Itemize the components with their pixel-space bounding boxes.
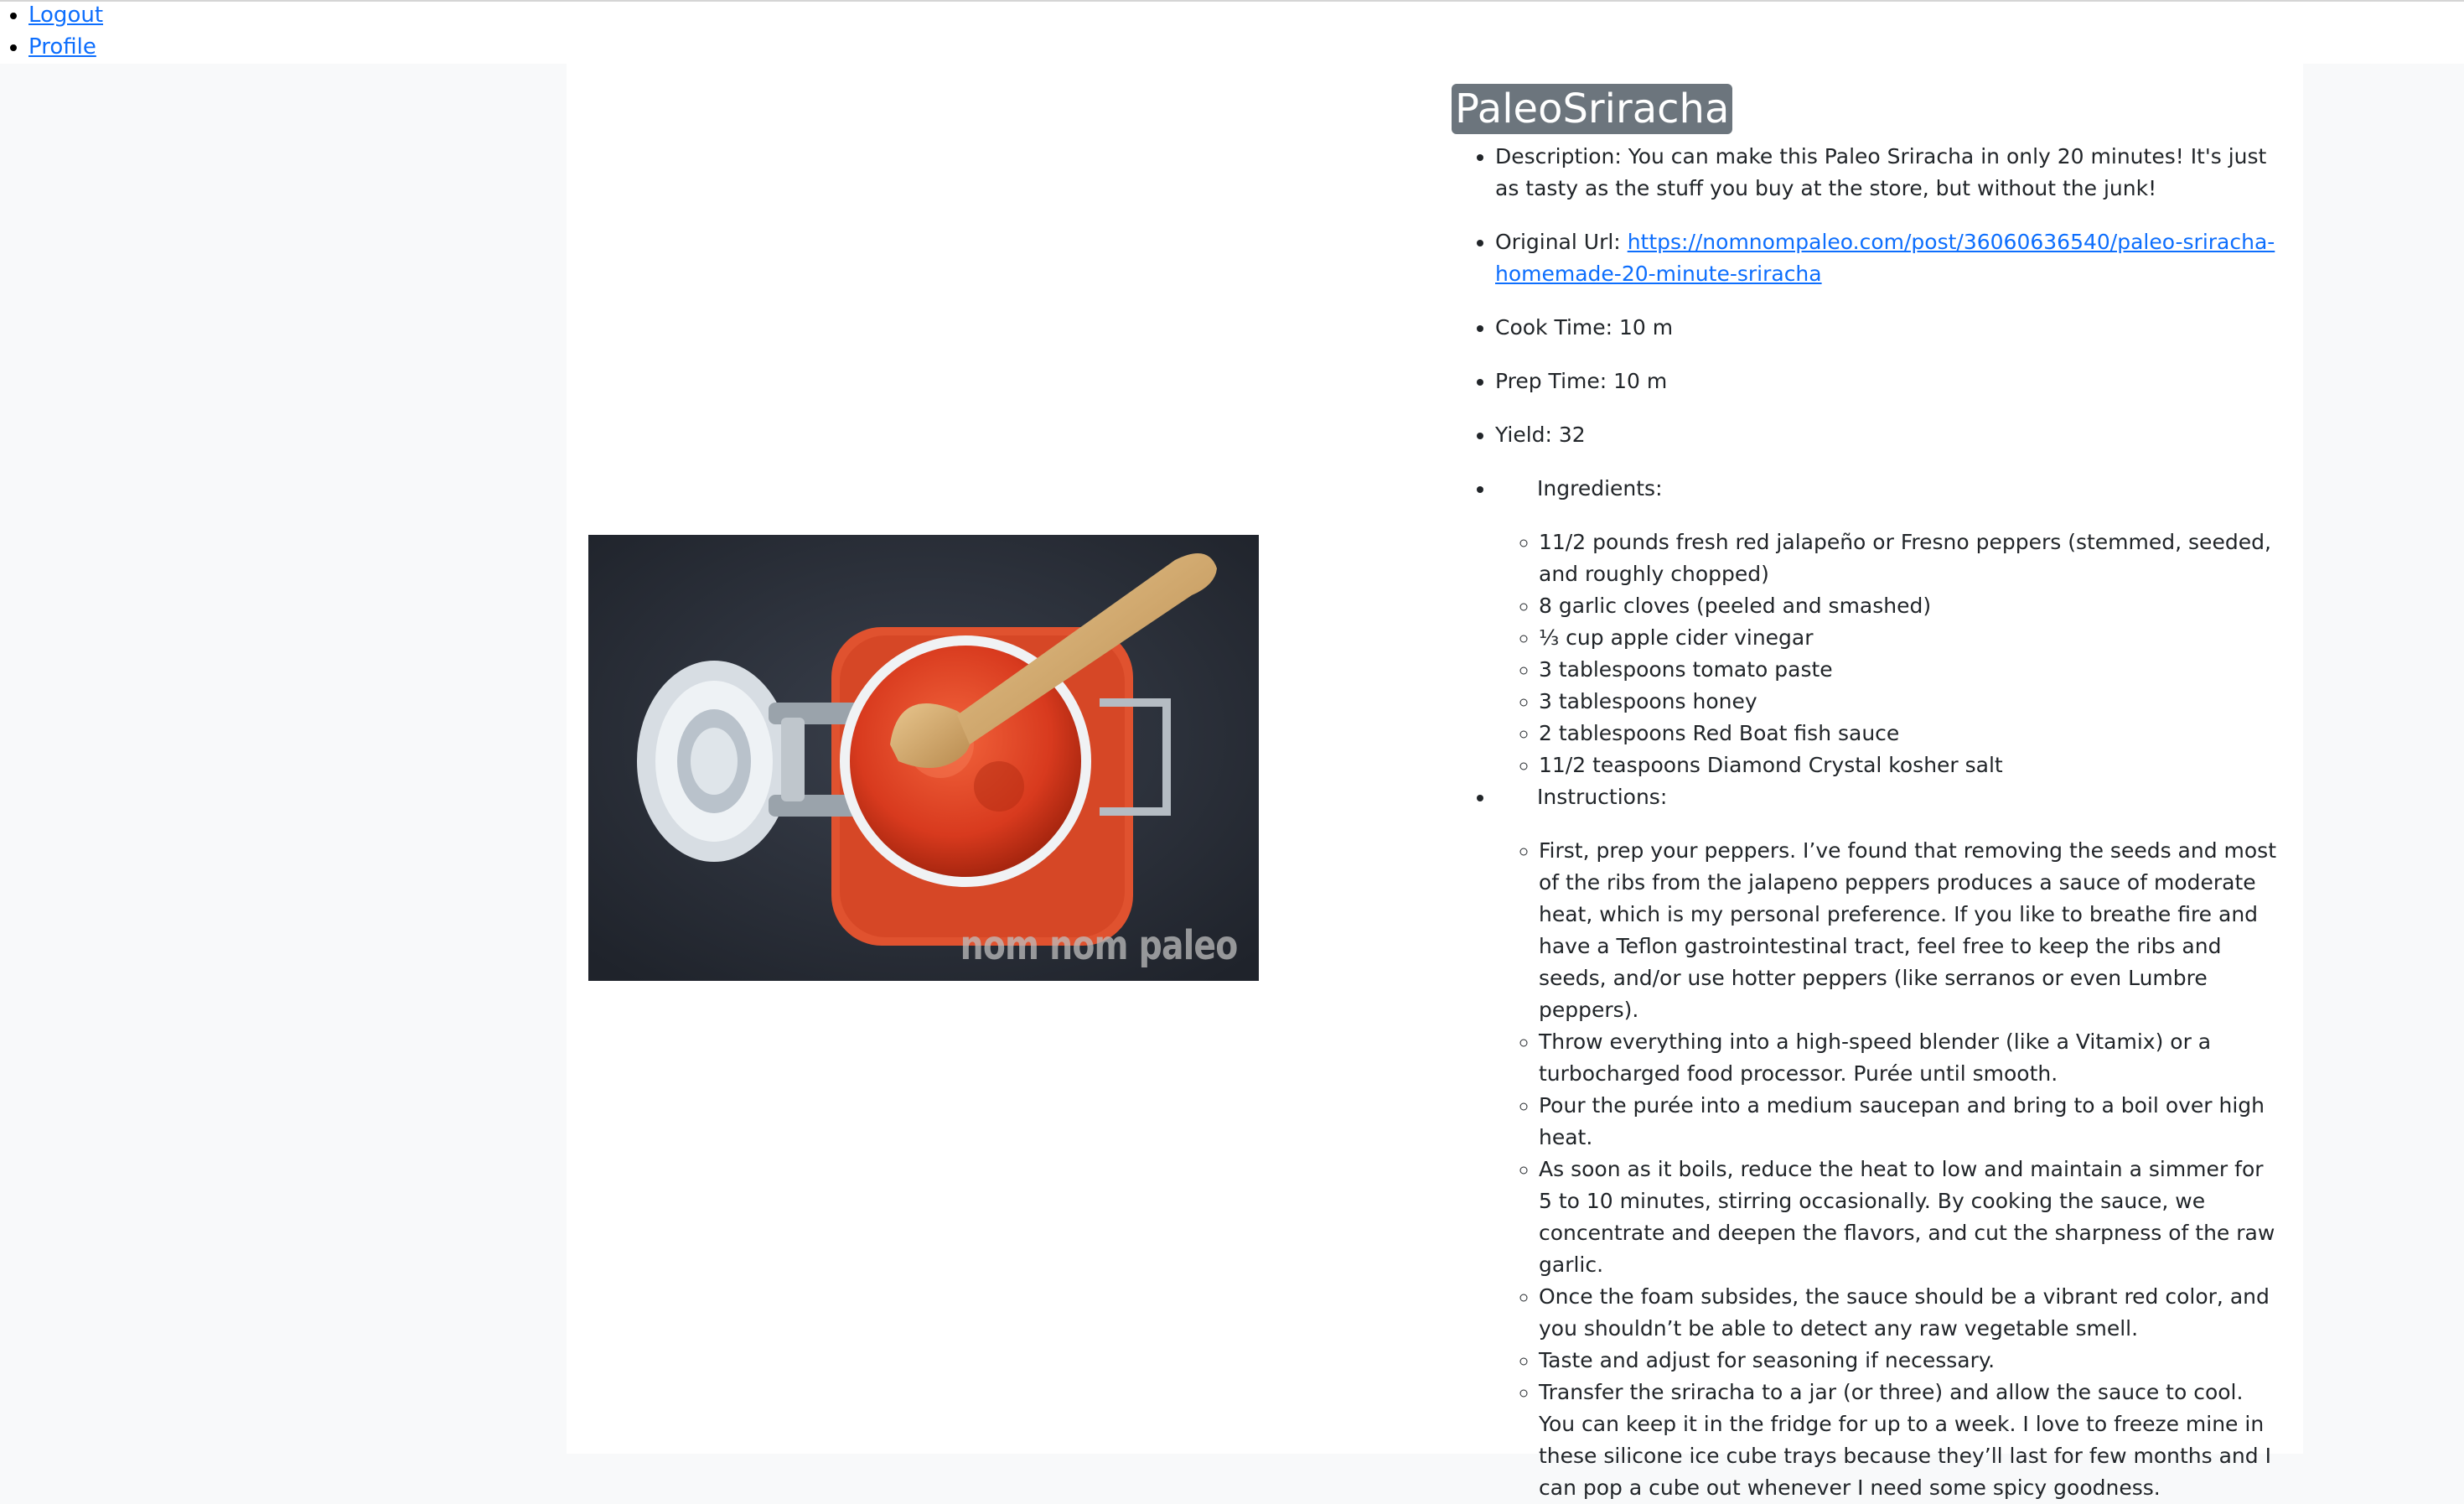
recipe-fields: Description: You can make this Paleo Sri… <box>1452 141 2281 1504</box>
instructions-section: Instructions: First, prep your peppers. … <box>1495 781 2281 1504</box>
instructions-list: First, prep your peppers. I’ve found tha… <box>1495 835 2281 1504</box>
instruction-step: First, prep your peppers. I’ve found tha… <box>1539 835 2281 1026</box>
description-label: Description: <box>1495 144 1622 169</box>
ingredient-item: 3 tablespoons tomato paste <box>1539 654 2281 686</box>
yield-value: 32 <box>1558 423 1586 447</box>
ingredient-item: 11/2 pounds fresh red jalapeño or Fresno… <box>1539 526 2281 590</box>
yield-field: Yield: 32 <box>1495 419 2281 451</box>
prep-time-label: Prep Time: <box>1495 369 1607 393</box>
prep-time-value: 10 m <box>1613 369 1668 393</box>
instructions-heading: Instructions: <box>1537 785 1668 809</box>
ingredient-item: 8 garlic cloves (peeled and smashed) <box>1539 590 2281 622</box>
instruction-step: Throw everything into a high-speed blend… <box>1539 1026 2281 1090</box>
ingredients-list: 11/2 pounds fresh red jalapeño or Fresno… <box>1495 526 2281 781</box>
instruction-step: Transfer the sriracha to a jar (or three… <box>1539 1377 2281 1504</box>
original-url-field: Original Url: https://nomnompaleo.com/po… <box>1495 226 2281 290</box>
instruction-step: Taste and adjust for seasoning if necess… <box>1539 1345 2281 1377</box>
ingredient-item: ⅓ cup apple cider vinegar <box>1539 622 2281 654</box>
description-field: Description: You can make this Paleo Sri… <box>1495 141 2281 205</box>
nav-item-profile: Profile <box>28 32 96 62</box>
recipe-title: PaleoSriracha <box>1452 84 1733 134</box>
ingredients-section: Ingredients: 11/2 pounds fresh red jalap… <box>1495 473 2281 781</box>
cook-time-value: 10 m <box>1619 315 1674 340</box>
yield-label: Yield: <box>1495 423 1552 447</box>
ingredients-heading: Ingredients: <box>1537 476 1663 500</box>
ingredient-item: 11/2 teaspoons Diamond Crystal kosher sa… <box>1539 749 2281 781</box>
recipe-details: PaleoSriracha Description: You can make … <box>1452 84 2281 1504</box>
sriracha-jar-illustration <box>588 535 1259 981</box>
instruction-step: As soon as it boils, reduce the heat to … <box>1539 1154 2281 1281</box>
prep-time-field: Prep Time: 10 m <box>1495 366 2281 397</box>
original-url-label: Original Url: <box>1495 230 1621 254</box>
recipe-photo: nom nom paleo <box>588 535 1259 981</box>
photo-watermark: nom nom paleo <box>960 922 1238 969</box>
ingredient-item: 3 tablespoons honey <box>1539 686 2281 718</box>
cook-time-field: Cook Time: 10 m <box>1495 312 2281 344</box>
profile-link[interactable]: Profile <box>28 34 96 60</box>
instruction-step: Once the foam subsides, the sauce should… <box>1539 1281 2281 1345</box>
cook-time-label: Cook Time: <box>1495 315 1613 340</box>
ingredient-item: 2 tablespoons Red Boat fish sauce <box>1539 718 2281 749</box>
logout-link[interactable]: Logout <box>28 3 103 28</box>
nav-item-logout: Logout <box>28 0 103 30</box>
top-nav: Logout Profile <box>0 0 2464 64</box>
instruction-step: Pour the purée into a medium saucepan an… <box>1539 1090 2281 1154</box>
